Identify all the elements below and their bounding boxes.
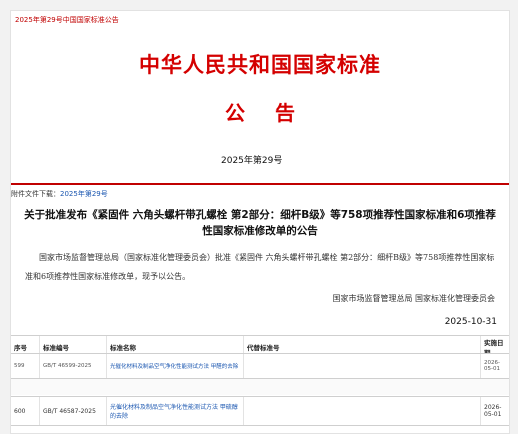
announcement-title: 关于批准发布《紧固件 六角头螺杆带孔螺栓 第2部分：细杆B级》等758项推荐性国… [24, 209, 496, 237]
attachment-line: 附件文件下载：2025年第29号 [11, 189, 108, 199]
row-name-link[interactable]: 光催化材料及制品空气净化性能测试方法 甲醛的去除 [107, 354, 244, 378]
row-date: 2026-05-01 [484, 360, 500, 372]
row-code: GB/T 46587-2025 [40, 397, 107, 425]
attachment-label: 附件文件下载： [11, 190, 60, 198]
issue-number: 2025年第29号 [221, 156, 283, 166]
row-name-link[interactable]: 光催化材料及制品空气净化性能测试方法 甲硫醇的去除 [107, 397, 244, 425]
page-title: 中华人民共和国国家标准 [139, 52, 381, 77]
row-no: 599 [11, 354, 40, 378]
row-replaces [244, 354, 481, 378]
row-code: GB/T 46599-2025 [40, 354, 107, 378]
breadcrumb[interactable]: 2025年第29号中国国家标准公告 [15, 15, 119, 25]
table-gap [11, 379, 509, 395]
announcement-body: 国家市场监督管理总局（国家标准化管理委员会）批准《紧固件 六角头螺杆带孔螺栓 第… [25, 253, 495, 281]
notice-heading: 公告 [225, 101, 325, 125]
signer: 国家市场监督管理总局 国家标准化管理委员会 [332, 294, 495, 303]
red-divider [11, 183, 509, 185]
announcement-date: 2025-10-31 [444, 317, 497, 327]
attachment-download-link[interactable]: 2025年第29号 [60, 190, 108, 198]
announcement-page: 2025年第29号中国国家标准公告 中华人民共和国国家标准 公告 2025年第2… [10, 10, 510, 434]
row-date: 2026-05-01 [484, 404, 502, 418]
row-replaces [244, 397, 481, 425]
row-no: 600 [11, 397, 40, 425]
table-row: 600 GB/T 46587-2025 光催化材料及制品空气净化性能测试方法 甲… [11, 396, 509, 426]
table-row: 599 GB/T 46599-2025 光催化材料及制品空气净化性能测试方法 甲… [11, 353, 509, 379]
